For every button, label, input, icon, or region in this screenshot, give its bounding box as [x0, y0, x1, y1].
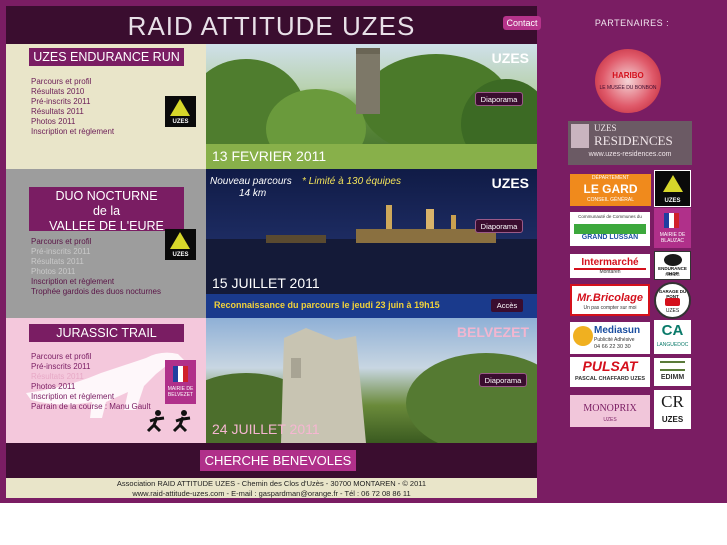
link-preinscrits[interactable]: Pré-inscrits 2011 — [31, 247, 161, 257]
section-duo-nocturne: DUO NOCTURNE de la VALLEE DE L'EURE Parc… — [6, 169, 206, 318]
haribo-label: HARIBO — [612, 71, 644, 80]
benevoles-band: CHERCHE BENEVOLES — [6, 443, 537, 478]
photo-belvezet[interactable]: BELVEZET Diaporama 24 JUILLET 2011 — [206, 318, 537, 443]
link-parcours[interactable]: Parcours et profil — [31, 77, 114, 87]
uzes-logo: UZES — [165, 229, 196, 260]
partner-haribo[interactable]: HARIBO LE MUSÉE DU BONBON — [593, 45, 663, 117]
link-parcours[interactable]: Parcours et profil — [31, 237, 161, 247]
event-links: Parcours et profil Pré-inscrits 2011 Rés… — [31, 237, 161, 297]
partner-mairie-blauzac[interactable]: MAIRIE DE BLAUZAC — [654, 208, 691, 248]
diaporama-button[interactable]: Diaporama — [479, 373, 527, 387]
link-parcours[interactable]: Parcours et profil — [31, 352, 151, 362]
link-preinscrits[interactable]: Pré-inscrits 2011 — [31, 362, 151, 372]
partner-uzes-logo[interactable]: UZES — [654, 170, 691, 207]
uzes-res-url: www.uzes-residences.com — [588, 151, 672, 158]
limit-label: * Limité à 130 équipes — [302, 176, 401, 187]
link-resultats[interactable]: Résultats 2011 — [31, 257, 161, 267]
uzes-logo: UZES — [165, 96, 196, 127]
photo-place-label: BELVEZET — [456, 324, 529, 340]
photo-uzes-night[interactable]: Nouveau parcours * Limité à 130 équipes … — [206, 169, 537, 318]
grand-lussan-label: GRAND LUSSAN — [581, 234, 639, 241]
recon-text: Reconnaissance du parcours le jeudi 23 j… — [214, 300, 440, 310]
partner-intermarche[interactable]: Intermarché Montaren — [570, 254, 650, 278]
link-photos[interactable]: Photos 2011 — [31, 382, 151, 392]
diaporama-button[interactable]: Diaporama — [475, 219, 523, 233]
monoprix-label: MONOPRIX — [583, 403, 637, 414]
footer: Association RAID ATTITUDE UZES - Chemin … — [6, 478, 537, 498]
link-resultats-2011[interactable]: Résultats 2011 — [31, 107, 114, 117]
link-photos[interactable]: Photos 2011 — [31, 267, 161, 277]
link-inscription[interactable]: Inscription et règlement — [31, 127, 114, 137]
footer-address: Association RAID ATTITUDE UZES - Chemin … — [116, 479, 427, 488]
new-route-label: Nouveau parcours — [210, 176, 292, 187]
partner-uzes-residences[interactable]: UZES RESIDENCES www.uzes-residences.com — [568, 121, 692, 165]
partner-mr-bricolage[interactable]: Mr.Bricolage Un pas compter sur moi — [570, 284, 650, 316]
partner-grand-lussan[interactable]: Communauté de Communes du GRAND LUSSAN — [570, 212, 650, 246]
photo-place-label: UZES — [491, 50, 529, 66]
section-endurance-run: UZES ENDURANCE RUN Parcours et profil Ré… — [6, 44, 206, 169]
partner-mediasun[interactable]: Mediasun Publicité Adhésive 04 66 22 30 … — [570, 322, 650, 354]
event-title[interactable]: JURASSIC TRAIL — [29, 324, 184, 342]
contact-button[interactable]: Contact — [503, 16, 541, 30]
link-resultats[interactable]: Résultats 2011 — [31, 372, 151, 382]
uzes-res-line1: UZES — [594, 123, 617, 133]
link-preinscrits[interactable]: Pré-inscrits 2011 — [31, 97, 114, 107]
diaporama-button[interactable]: Diaporama — [475, 92, 523, 106]
partner-pulsat[interactable]: PULSAT PASCAL CHAFFARD UZES — [570, 357, 650, 387]
event-title-line: DUO NOCTURNE — [55, 189, 158, 203]
partner-edimm[interactable]: EDIMM — [654, 358, 691, 386]
photo-place-label: UZES — [491, 175, 529, 191]
event-title[interactable]: UZES ENDURANCE RUN — [29, 48, 184, 66]
section-jurassic-trail: JURASSIC TRAIL Parcours et profil Pré-in… — [6, 318, 206, 443]
event-date: 15 JUILLET 2011 — [212, 275, 320, 291]
site-header: RAID ATTITUDE UZES Contact — [6, 6, 541, 44]
benevoles-button[interactable]: CHERCHE BENEVOLES — [200, 450, 356, 471]
event-title-line: VALLEE DE L'EURE — [49, 219, 164, 233]
partners-title: PARTENAIRES : — [594, 18, 670, 28]
event-links: Parcours et profil Résultats 2010 Pré-in… — [31, 77, 114, 137]
partner-credit-agricole[interactable]: CA LANGUEDOC — [654, 320, 691, 354]
cr-label: CR — [661, 392, 684, 411]
link-inscription[interactable]: Inscription et règlement — [31, 392, 151, 402]
site-title: RAID ATTITUDE UZES — [127, 11, 416, 41]
event-date: 13 FEVRIER 2011 — [212, 148, 327, 164]
pulsat-label: PULSAT — [582, 358, 638, 374]
partner-monoprix[interactable]: MONOPRIX UZES — [570, 395, 650, 427]
partner-le-gard[interactable]: DÉPARTEMENT LE GARD CONSEIL GÉNÉRAL — [570, 174, 651, 206]
belvezet-logo: MAIRIE DE BELVEZET — [165, 360, 196, 404]
ca-label: CA — [661, 322, 684, 339]
link-photos[interactable]: Photos 2011 — [31, 117, 114, 127]
distance-label: 14 km — [239, 188, 267, 199]
event-date: 24 JUILLET 2011 — [212, 421, 320, 437]
link-parrain[interactable]: Parrain de la course : Manu Gault — [31, 402, 151, 412]
uzes-res-line2: RESIDENCES — [594, 133, 673, 148]
mr-bricolage-label: Mr.Bricolage — [576, 292, 644, 304]
runners-icon — [146, 410, 191, 433]
event-links: Parcours et profil Pré-inscrits 2011 Rés… — [31, 352, 151, 412]
partner-endurance-shop[interactable]: ENDURANCE SHOP NIMES — [654, 251, 691, 280]
haribo-sub: LE MUSÉE DU BONBON — [599, 85, 657, 91]
link-trophee[interactable]: Trophée gardois des duos nocturnes — [31, 287, 161, 297]
link-resultats-2010[interactable]: Résultats 2010 — [31, 87, 114, 97]
acces-button[interactable]: Accès — [491, 299, 523, 312]
footer-contact: www.raid-attitude-uzes.com - E-mail : ga… — [132, 488, 411, 498]
event-title[interactable]: DUO NOCTURNE de la VALLEE DE L'EURE — [29, 187, 184, 233]
partner-cr-uzes[interactable]: CR UZES — [654, 390, 691, 429]
partner-garage-du-pont[interactable]: GARAGE DU PONT UZES — [654, 282, 691, 319]
event-title-line: de la — [92, 204, 121, 218]
le-gard-label: LE GARD — [583, 182, 638, 196]
intermarche-label: Intermarché — [581, 257, 639, 268]
mediasun-label: Mediasun — [594, 325, 641, 336]
link-inscription[interactable]: Inscription et règlement — [31, 277, 161, 287]
photo-uzes[interactable]: UZES Diaporama 13 FEVRIER 2011 — [206, 44, 537, 169]
